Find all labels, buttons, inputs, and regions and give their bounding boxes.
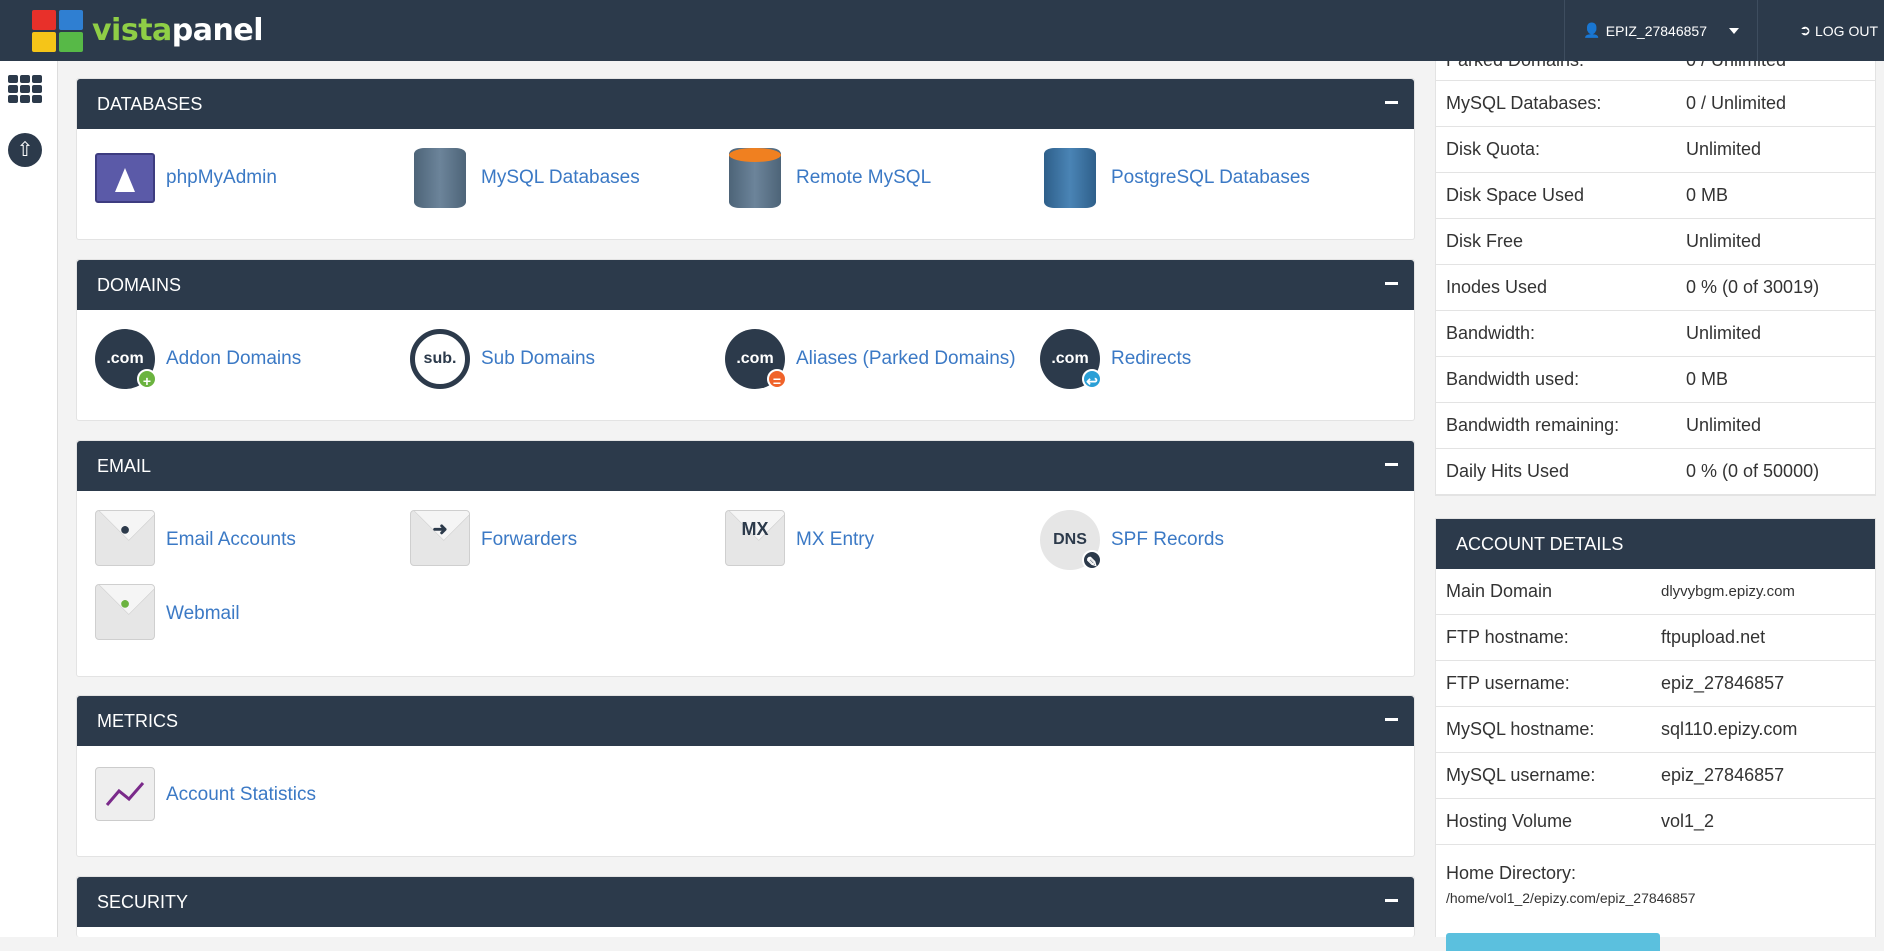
user-menu[interactable]: 👤 EPIZ_27846857 (1564, 0, 1758, 61)
webmail-icon: ● (95, 584, 155, 644)
home-directory-label: Home Directory: (1446, 863, 1577, 883)
item-mysql-databases[interactable]: MySQL Databases (410, 141, 725, 215)
forwarder-icon: ➜ (410, 510, 470, 570)
logout-button[interactable]: ➲ LOG OUT (1799, 0, 1878, 61)
logo-text-vista: vista (92, 13, 172, 48)
stats-row: Disk Free Unlimited (1436, 219, 1875, 265)
mysql-icon (410, 148, 470, 208)
item-aliases[interactable]: .com = Aliases (Parked Domains) (725, 322, 1040, 396)
item-postgresql[interactable]: PostgreSQL Databases (1040, 141, 1355, 215)
panel-domains: DOMAINS .com + Addon Domains sub. Sub Dom… (76, 259, 1415, 421)
panel-security: SECURITY (76, 876, 1415, 937)
stats-row: Bandwidth: Unlimited (1436, 311, 1875, 357)
item-mx-entry[interactable]: MX MX Entry (725, 503, 1040, 577)
minimize-icon[interactable] (1385, 718, 1398, 721)
stats-row: Disk Space Used 0 MB (1436, 173, 1875, 219)
stats-row: Bandwidth remaining: Unlimited (1436, 403, 1875, 449)
addon-domain-icon: .com + (95, 329, 157, 389)
item-label: Forwarders (481, 529, 578, 550)
file-manager-button[interactable] (1446, 933, 1660, 951)
minimize-icon[interactable] (1385, 899, 1398, 902)
item-remote-mysql[interactable]: Remote MySQL (725, 141, 1040, 215)
panel-title: DATABASES (97, 93, 203, 114)
item-label: Webmail (166, 603, 240, 624)
stats-row: Bandwidth used: 0 MB (1436, 357, 1875, 403)
panel-databases: DATABASES phpMyAdmin MySQL Databases Rem… (76, 78, 1415, 240)
panel-header[interactable]: DOMAINS (77, 260, 1414, 310)
mx-entry-icon: MX (725, 510, 785, 570)
remote-mysql-icon (725, 148, 785, 208)
item-webmail[interactable]: ● Webmail (95, 577, 410, 651)
item-label: SPF Records (1111, 529, 1224, 550)
item-label: MySQL Databases (481, 167, 640, 188)
item-label: PostgreSQL Databases (1111, 167, 1310, 188)
user-icon: 👤 (1583, 22, 1601, 38)
logout-icon: ➲ (1799, 22, 1811, 38)
item-label: phpMyAdmin (166, 167, 277, 188)
panel-title: METRICS (97, 710, 178, 731)
item-phpmyadmin[interactable]: phpMyAdmin (95, 141, 410, 215)
subdomain-icon: sub. (410, 329, 470, 389)
panel-header[interactable]: DATABASES (77, 79, 1414, 129)
item-spf-records[interactable]: DNS ✎ SPF Records (1040, 503, 1355, 577)
minimize-icon[interactable] (1385, 463, 1398, 466)
account-row: Main Domain dlyvybgm.epizy.com (1436, 569, 1875, 615)
account-row: FTP hostname: ftpupload.net (1436, 615, 1875, 661)
alias-domain-icon: .com = (725, 329, 787, 389)
item-email-accounts[interactable]: ● Email Accounts (95, 503, 410, 577)
stats-row: Inodes Used 0 % (0 of 30019) (1436, 265, 1875, 311)
item-forwarders[interactable]: ➜ Forwarders (410, 503, 725, 577)
panel-title: EMAIL (97, 455, 152, 476)
panel-header[interactable]: EMAIL (77, 441, 1414, 491)
redirect-icon: .com ↩ (1040, 329, 1102, 389)
email-account-icon: ● (95, 510, 155, 570)
stats-row: Daily Hits Used 0 % (0 of 50000) (1436, 449, 1875, 495)
account-row: MySQL hostname: sql110.epizy.com (1436, 707, 1875, 753)
account-row: FTP username: epiz_27846857 (1436, 661, 1875, 707)
logo-text-panel: panel (171, 13, 264, 48)
chevron-down-icon (1729, 27, 1739, 34)
home-directory: Home Directory: /home/vol1_2/epizy.com/e… (1436, 845, 1875, 906)
item-label: Email Accounts (166, 529, 296, 550)
logout-label: LOG OUT (1814, 22, 1878, 39)
panel-title: SECURITY (97, 891, 189, 912)
item-account-statistics[interactable]: Account Statistics (95, 758, 410, 832)
postgresql-icon (1040, 148, 1100, 208)
item-label: MX Entry (796, 529, 875, 550)
phpmyadmin-icon (95, 148, 155, 208)
stats-row: Disk Quota: Unlimited (1436, 127, 1875, 173)
item-label: Sub Domains (481, 348, 596, 369)
item-sub-domains[interactable]: sub. Sub Domains (410, 322, 725, 396)
panel-title: DOMAINS (97, 274, 182, 295)
item-label: Addon Domains (166, 348, 302, 369)
vistapanel-logo[interactable]: vistapanel (32, 9, 264, 52)
stats-row: MySQL Databases: 0 / Unlimited (1436, 81, 1875, 127)
panel-header[interactable]: SECURITY (77, 877, 1414, 927)
apps-grid-icon[interactable] (8, 75, 42, 103)
item-label: Account Statistics (166, 784, 316, 805)
home-directory-path: /home/vol1_2/epizy.com/epiz_27846857 (1446, 890, 1696, 906)
account-row: Hosting Volume vol1_2 (1436, 799, 1875, 845)
upload-icon[interactable]: ⇧ (8, 133, 42, 167)
minimize-icon[interactable] (1385, 282, 1398, 285)
item-addon-domains[interactable]: .com + Addon Domains (95, 322, 410, 396)
account-row: MySQL username: epiz_27846857 (1436, 753, 1875, 799)
item-label: Redirects (1111, 348, 1192, 369)
stats-table: Parked Domains:0 / Unlimited MySQL Datab… (1435, 40, 1876, 496)
logo-squares-icon (32, 9, 84, 52)
minimize-icon[interactable] (1385, 101, 1398, 104)
statistics-chart-icon (95, 765, 155, 825)
left-sidebar: ⇧ (0, 61, 58, 937)
account-details-title: ACCOUNT DETAILS (1436, 519, 1875, 569)
account-details-panel: ACCOUNT DETAILS Main Domain dlyvybgm.epiz… (1435, 518, 1876, 951)
panel-email: EMAIL ● Email Accounts ➜ Forwarders MX M… (76, 440, 1415, 677)
dns-icon: DNS ✎ (1040, 510, 1102, 570)
panel-header[interactable]: METRICS (77, 696, 1414, 746)
item-label: Aliases (Parked Domains) (796, 348, 1016, 369)
item-label: Remote MySQL (796, 167, 932, 188)
item-redirects[interactable]: .com ↩ Redirects (1040, 322, 1355, 396)
username: EPIZ_27846857 (1605, 22, 1707, 39)
panel-metrics: METRICS Account Statistics (76, 695, 1415, 857)
top-navbar: vistapanel 👤 EPIZ_27846857 ➲ LOG OUT (0, 0, 1884, 61)
